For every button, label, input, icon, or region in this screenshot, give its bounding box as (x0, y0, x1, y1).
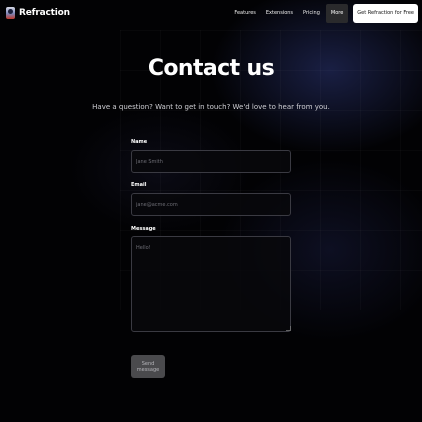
get-refraction-button[interactable]: Get Refraction for Free (353, 4, 418, 23)
send-message-button[interactable]: Send message (131, 355, 165, 378)
top-navbar: Refraction Features Extensions Pricing M… (0, 0, 422, 28)
brand-home-link[interactable]: Refraction (6, 5, 70, 21)
contact-page: Refraction Features Extensions Pricing M… (0, 0, 422, 422)
name-label: Name (131, 139, 148, 145)
email-label: Email (131, 182, 147, 188)
brand-name: Refraction (19, 8, 70, 18)
nav-links: Features Extensions Pricing More Get Ref… (224, 4, 418, 23)
nav-more-menu[interactable]: More (325, 4, 349, 23)
email-input[interactable] (131, 193, 291, 216)
page-subtitle: Have a question? Want to get in touch? W… (92, 103, 330, 111)
refraction-logo-icon (6, 7, 15, 19)
page-title: Contact us (147, 56, 275, 81)
nav-link-pricing[interactable]: Pricing (303, 4, 320, 23)
nav-link-extensions[interactable]: Extensions (266, 4, 293, 23)
name-input[interactable] (131, 150, 291, 173)
message-label: Message (131, 226, 156, 232)
resize-grip-icon[interactable] (286, 326, 291, 331)
message-textarea[interactable] (131, 236, 291, 332)
nav-link-features[interactable]: Features (234, 4, 256, 23)
